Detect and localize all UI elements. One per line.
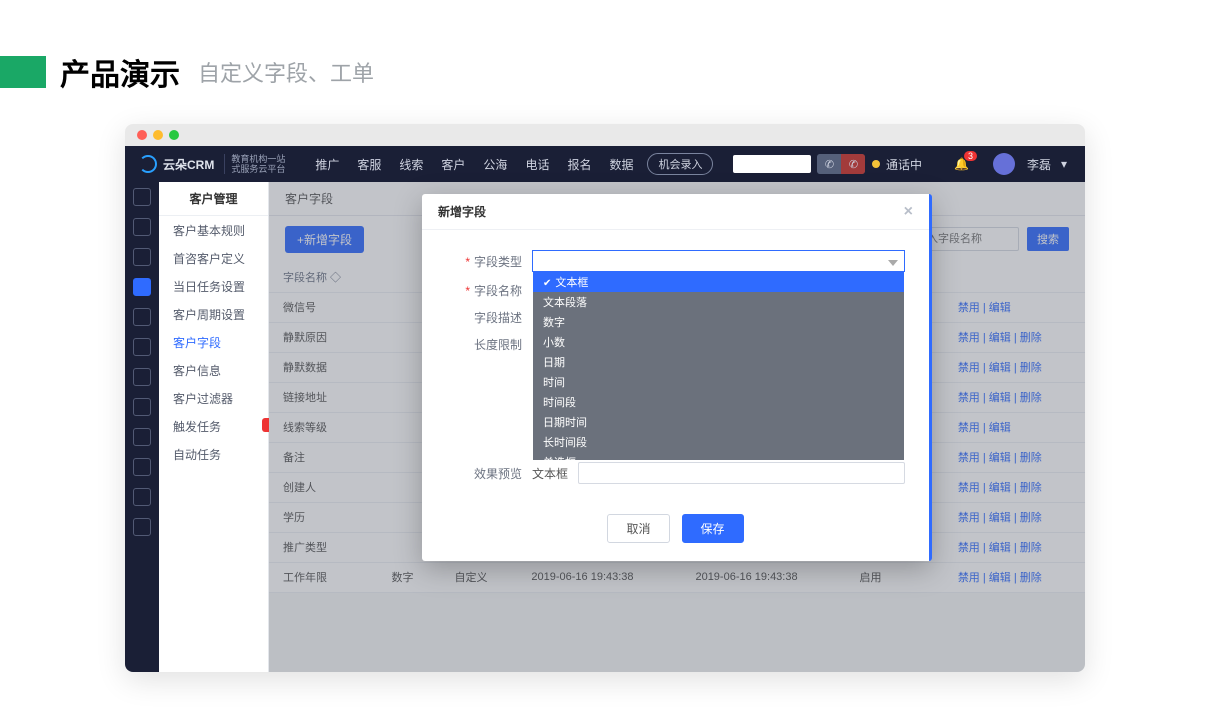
rail-item-7[interactable]: [133, 368, 151, 386]
type-option[interactable]: 长时间段: [533, 432, 904, 452]
brand-name: 云朵CRM: [163, 156, 214, 173]
nav-数据[interactable]: 数据: [609, 156, 633, 173]
type-option[interactable]: 时间: [533, 372, 904, 392]
cancel-button[interactable]: 取消: [607, 514, 669, 543]
app-topbar: 云朵CRM 教育机构一站式服务云平台 推广 客服 线索 客户 公海 电话 报名 数据 机会录入…: [125, 146, 1085, 182]
top-nav: 推广 客服 线索 客户 公海 电话 报名 数据: [315, 156, 633, 173]
brand-tagline: 教育机构一站式服务云平台: [224, 154, 285, 174]
call-controls: ✆ ✆: [817, 154, 865, 174]
status-dot: [872, 160, 880, 168]
nav-电话[interactable]: 电话: [525, 156, 549, 173]
type-option[interactable]: 文本段落: [533, 292, 904, 312]
sidebar-item[interactable]: 当日任务设置: [159, 272, 268, 300]
record-button[interactable]: 机会录入: [647, 153, 713, 175]
max-dot[interactable]: [169, 130, 179, 140]
rail-item-11[interactable]: [133, 488, 151, 506]
chevron-down-icon[interactable]: ▾: [1061, 157, 1067, 171]
sidebar-item[interactable]: 客户过滤器: [159, 384, 268, 412]
rail-item-2[interactable]: [133, 218, 151, 236]
sidebar-item[interactable]: 客户字段: [159, 328, 268, 356]
label-type: 字段类型: [446, 253, 532, 270]
type-option[interactable]: 文本框: [533, 272, 904, 292]
sidebar-item[interactable]: 客户周期设置: [159, 300, 268, 328]
label-preview: 效果预览: [446, 465, 532, 482]
window-titlebar: [125, 124, 1085, 146]
label-limit: 长度限制: [446, 336, 532, 353]
nav-公海[interactable]: 公海: [483, 156, 507, 173]
add-field-modal: 新增字段 × 字段类型 文本框文本段落数字小数日期时间时间段日期时间长时间段单选…: [422, 194, 932, 561]
sidebar-group: 客户管理: [159, 182, 268, 216]
nav-报名[interactable]: 报名: [567, 156, 591, 173]
slide-title: 产品演示: [60, 50, 180, 94]
min-dot[interactable]: [153, 130, 163, 140]
nav-客服[interactable]: 客服: [357, 156, 381, 173]
brand-logo[interactable]: 云朵CRM 教育机构一站式服务云平台: [125, 154, 299, 174]
type-option[interactable]: 数字: [533, 312, 904, 332]
rail-item-6[interactable]: [133, 338, 151, 356]
type-dropdown[interactable]: 文本框文本段落数字小数日期时间时间段日期时间长时间段单选框复选框下拉菜单级联菜单…: [533, 272, 904, 460]
sub-sidebar: 客户管理 客户基本规则首咨客户定义当日任务设置客户周期设置客户字段客户信息客户过…: [159, 182, 269, 672]
rail-item-customer[interactable]: [133, 278, 151, 296]
nav-客户[interactable]: 客户: [441, 156, 465, 173]
rail-item-10[interactable]: [133, 458, 151, 476]
rail-item-9[interactable]: [133, 428, 151, 446]
modal-title: 新增字段: [438, 203, 486, 220]
main-area: 客户字段 +新增字段 搜索 字段名称 ◇ 微信号禁用 | 编辑静默原因禁用 | …: [269, 182, 1085, 672]
app-window: 云朵CRM 教育机构一站式服务云平台 推广 客服 线索 客户 公海 电话 报名 数据 机会录入…: [125, 124, 1085, 672]
accent-block: [0, 56, 46, 88]
hangup-icon[interactable]: ✆: [841, 154, 865, 174]
type-option[interactable]: 日期时间: [533, 412, 904, 432]
slide-subtitle: 自定义字段、工单: [198, 56, 374, 88]
sidebar-item[interactable]: 首咨客户定义: [159, 244, 268, 272]
bell-icon[interactable]: 🔔3: [954, 157, 969, 171]
rail-item-3[interactable]: [133, 248, 151, 266]
close-dot[interactable]: [137, 130, 147, 140]
rail-item-12[interactable]: [133, 518, 151, 536]
sidebar-item[interactable]: 客户信息: [159, 356, 268, 384]
user-name: 李磊: [1027, 156, 1051, 173]
sidebar-item[interactable]: 触发任务: [159, 412, 268, 440]
close-icon[interactable]: ×: [904, 203, 913, 221]
sidebar-item[interactable]: 自动任务: [159, 440, 268, 468]
modal-overlay: 新增字段 × 字段类型 文本框文本段落数字小数日期时间时间段日期时间长时间段单选…: [269, 182, 1085, 672]
cloud-icon: [139, 155, 157, 173]
phone-icon[interactable]: ✆: [817, 154, 841, 174]
rail-item-5[interactable]: [133, 308, 151, 326]
rail-item-8[interactable]: [133, 398, 151, 416]
label-name: 字段名称: [446, 282, 532, 299]
sidebar-item[interactable]: 客户基本规则: [159, 216, 268, 244]
save-button[interactable]: 保存: [682, 514, 744, 543]
notif-badge: 3: [964, 151, 977, 161]
top-search[interactable]: [733, 155, 811, 173]
field-type-select[interactable]: 文本框文本段落数字小数日期时间时间段日期时间长时间段单选框复选框下拉菜单级联菜单…: [532, 250, 905, 272]
nav-线索[interactable]: 线索: [399, 156, 423, 173]
type-option[interactable]: 日期: [533, 352, 904, 372]
avatar[interactable]: [993, 153, 1015, 175]
type-option[interactable]: 时间段: [533, 392, 904, 412]
type-option[interactable]: 小数: [533, 332, 904, 352]
preview-type: 文本框: [532, 465, 578, 482]
preview-input[interactable]: [578, 462, 905, 484]
rail-item-1[interactable]: [133, 188, 151, 206]
call-status: 通话中: [886, 156, 922, 173]
icon-rail: [125, 182, 159, 672]
nav-推广[interactable]: 推广: [315, 156, 339, 173]
type-option[interactable]: 单选框: [533, 452, 904, 460]
label-desc: 字段描述: [446, 309, 532, 326]
